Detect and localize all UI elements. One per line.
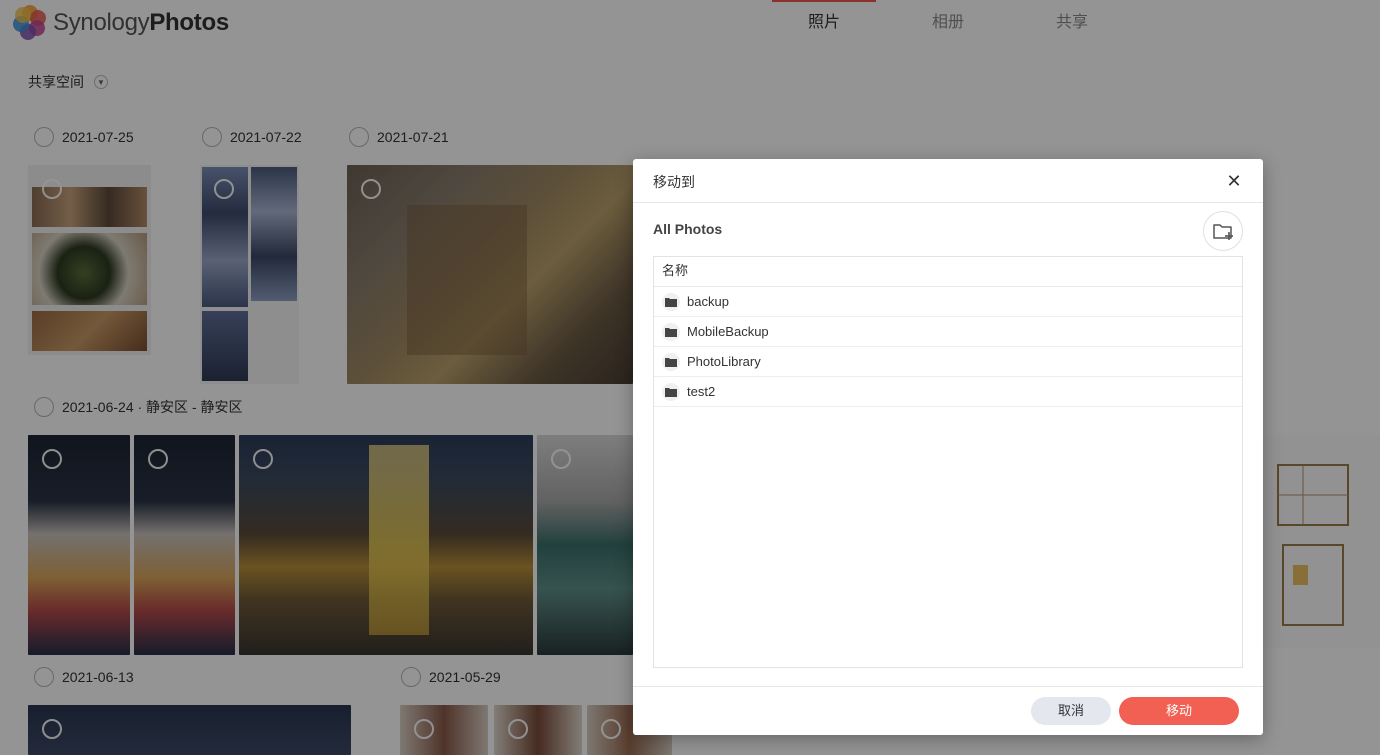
move-to-dialog: 移动到 ✕ All Photos 名称 backup MobileBackup — [633, 159, 1263, 735]
column-header-name[interactable]: 名称 — [654, 257, 1242, 287]
cancel-button[interactable]: 取消 — [1031, 697, 1111, 725]
folder-icon — [662, 382, 680, 401]
folder-name: backup — [687, 294, 729, 309]
folder-row-backup[interactable]: backup — [654, 287, 1242, 317]
dialog-footer: 取消 移动 — [633, 686, 1263, 735]
folder-row-test2[interactable]: test2 — [654, 377, 1242, 407]
folder-list: 名称 backup MobileBackup PhotoLibrary test… — [653, 256, 1243, 668]
move-button[interactable]: 移动 — [1119, 697, 1239, 725]
new-folder-icon — [1213, 224, 1233, 240]
folder-name: MobileBackup — [687, 324, 769, 339]
folder-icon — [662, 352, 680, 371]
new-folder-button[interactable] — [1203, 211, 1243, 251]
folder-icon — [662, 292, 680, 311]
close-icon[interactable]: ✕ — [1225, 172, 1243, 190]
folder-row-mobilebackup[interactable]: MobileBackup — [654, 317, 1242, 347]
folder-name: test2 — [687, 384, 716, 399]
folder-row-photolibrary[interactable]: PhotoLibrary — [654, 347, 1242, 377]
folder-icon — [662, 322, 680, 341]
folder-path: All Photos — [653, 221, 723, 237]
dialog-title: 移动到 — [653, 174, 695, 190]
dialog-header: 移动到 ✕ — [633, 159, 1263, 203]
folder-name: PhotoLibrary — [687, 354, 761, 369]
